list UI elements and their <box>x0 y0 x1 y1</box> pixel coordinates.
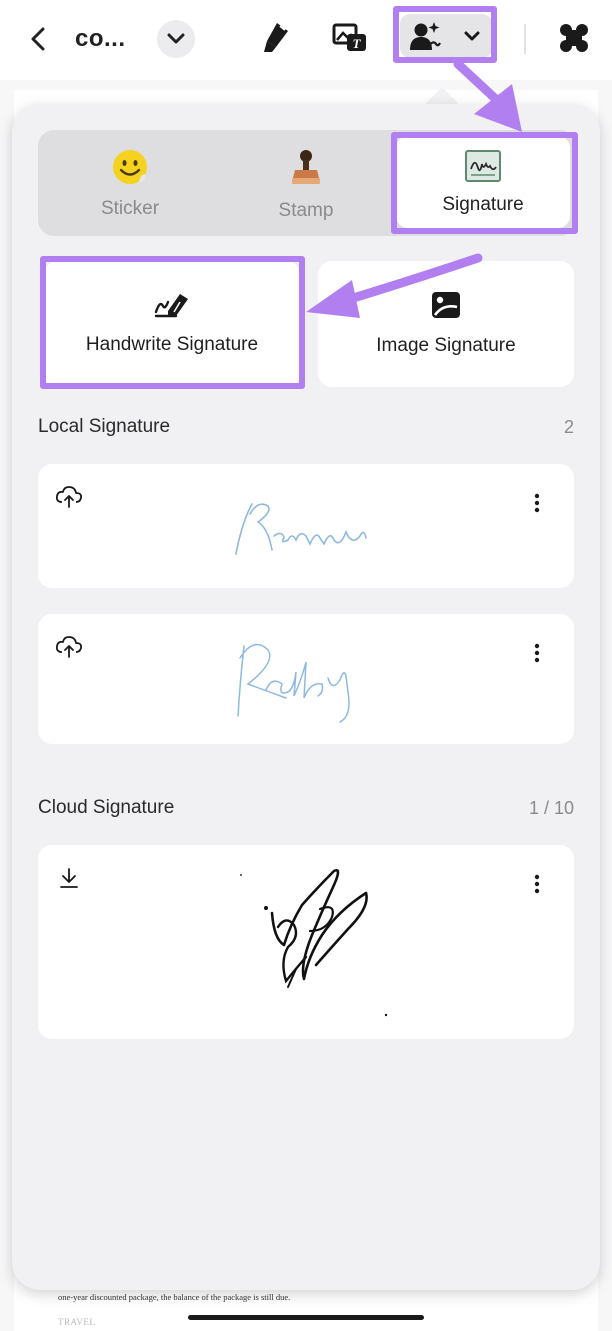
local-signature-image <box>235 503 367 555</box>
image-text-icon: T <box>332 23 366 51</box>
cloud-signature-title: Cloud Signature <box>38 797 175 818</box>
signature-tool-dropdown[interactable] <box>460 26 484 46</box>
tab-sticker-label: Sticker <box>100 198 160 219</box>
local-signature-count: 2 <box>563 417 574 437</box>
cloud-signature-count: 1 / 10 <box>528 798 574 818</box>
cloud-upload-button[interactable] <box>54 482 84 512</box>
image-text-button[interactable]: T <box>332 20 368 56</box>
image-signature-label: Image Signature <box>376 335 516 356</box>
cloud-upload-button[interactable] <box>54 632 84 662</box>
tab-stamp-label: Stamp <box>278 200 334 221</box>
handwrite-pen-icon <box>154 294 188 318</box>
image-signature-button[interactable]: Image Signature <box>318 261 574 387</box>
chevron-down-icon <box>167 33 185 44</box>
chevron-down-icon <box>464 31 480 41</box>
tab-sticker[interactable]: Sticker <box>40 130 220 236</box>
local-signature-card[interactable] <box>38 464 574 588</box>
stamp-icon <box>292 150 320 184</box>
more-vertical-icon <box>534 643 540 663</box>
toolbar-divider <box>524 24 526 54</box>
image-icon <box>432 292 460 318</box>
tab-stamp[interactable]: Stamp <box>216 130 396 236</box>
document-text-heading: TRAVEL <box>58 1317 96 1327</box>
smiley-sticker-icon <box>113 150 147 184</box>
more-options-button[interactable] <box>524 871 550 897</box>
tab-signature-label: Signature <box>442 194 524 215</box>
tab-signature[interactable]: Signature <box>396 136 570 228</box>
document-title[interactable]: co... <box>75 25 126 53</box>
local-signature-image <box>237 643 350 723</box>
title-dropdown-button[interactable] <box>157 20 195 58</box>
handwrite-signature-button[interactable]: Handwrite Signature <box>44 261 300 387</box>
cloud-upload-icon <box>55 636 83 658</box>
cloud-upload-icon <box>55 486 83 508</box>
home-indicator <box>188 1315 424 1320</box>
signature-icon <box>465 150 501 182</box>
apps-grid-icon <box>560 24 588 52</box>
local-signature-card[interactable] <box>38 614 574 744</box>
download-button[interactable] <box>54 863 84 893</box>
more-options-button[interactable] <box>524 640 550 666</box>
more-options-button[interactable] <box>524 490 550 516</box>
apps-button[interactable] <box>556 20 592 56</box>
signature-user-icon <box>410 22 441 50</box>
cloud-signature-image <box>240 869 388 1017</box>
handwrite-signature-label: Handwrite Signature <box>85 334 259 355</box>
highlighter-icon <box>264 23 288 52</box>
more-vertical-icon <box>534 493 540 513</box>
more-vertical-icon <box>534 874 540 894</box>
svg-text:T: T <box>353 36 362 51</box>
document-text-line: one-year discounted package, the balance… <box>58 1292 291 1302</box>
cloud-signature-card[interactable] <box>38 845 574 1039</box>
top-toolbar: co... T <box>0 0 612 80</box>
highlighter-button[interactable] <box>258 20 294 56</box>
back-icon <box>31 27 45 51</box>
local-signature-title: Local Signature <box>38 416 171 437</box>
signature-tool-button[interactable] <box>408 19 442 53</box>
back-button[interactable] <box>24 24 52 54</box>
signature-tool-group[interactable] <box>400 14 492 58</box>
download-icon <box>60 868 78 888</box>
